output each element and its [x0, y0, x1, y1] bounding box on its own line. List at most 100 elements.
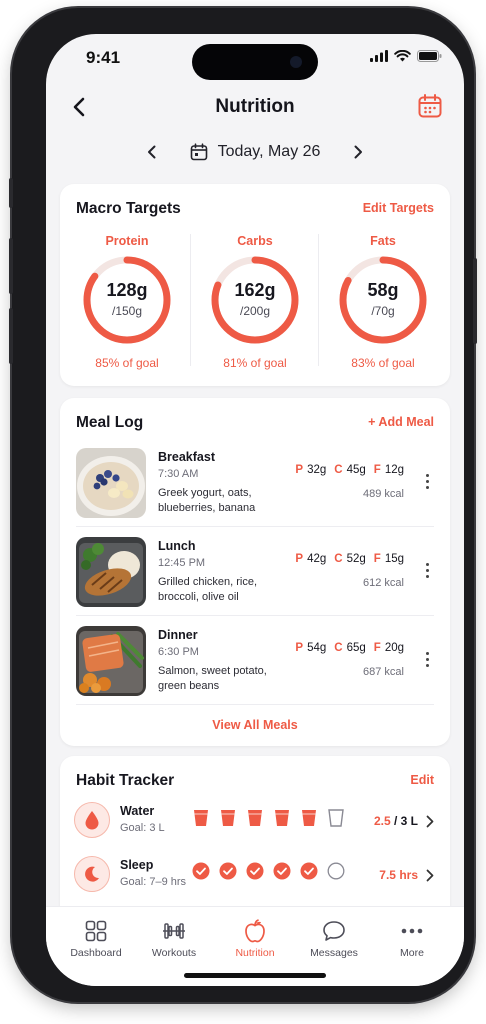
habit-row-water[interactable]: Water Goal: 3 L 2.5 / 3 L [74, 800, 436, 844]
calendar-icon [190, 143, 207, 161]
tab-label: Nutrition [235, 947, 275, 959]
macro-protein: Protein 128g /150g 85% of goal [63, 234, 191, 374]
check-circle-icon[interactable] [273, 862, 291, 880]
macro-name: Fats [370, 234, 396, 248]
check-circle-icon[interactable] [219, 862, 237, 880]
date-navigator: Today, May 26 [46, 134, 464, 170]
habit-tracker-card: Habit Tracker Edit Water Goal: 3 L 2.5 /… [60, 756, 450, 926]
macro-percent: 83% of goal [351, 356, 415, 370]
habit-row-sleep[interactable]: Sleep Goal: 7–9 hrs 7.5 hrs [74, 854, 436, 898]
tab-label: Dashboard [70, 947, 122, 959]
meal-row-breakfast[interactable]: Breakfast 7:30 AM Greek yogurt, oats, bl… [76, 448, 434, 536]
next-day-button[interactable] [346, 140, 370, 164]
meal-name: Dinner [158, 628, 198, 642]
protein-value: 42g [307, 553, 327, 565]
meal-time: 6:30 PM [158, 646, 199, 658]
macro-value: 162g [234, 280, 276, 300]
calendar-button[interactable] [414, 90, 446, 122]
meal-calories: 489 kcal [363, 488, 404, 500]
water-cup-filled-icon[interactable] [273, 808, 291, 828]
macro-fats: Fats 58g /70g 83% of goal [319, 234, 447, 374]
water-cup-empty-icon[interactable] [327, 808, 345, 828]
meal-options-button[interactable] [420, 557, 434, 583]
macro-value: 128g [106, 280, 148, 300]
power-button [473, 258, 477, 344]
more-dots-icon [401, 928, 423, 934]
section-title: Habit Tracker [76, 772, 175, 789]
meal-macros: P 42g C 52g F 15g [295, 553, 404, 565]
edit-targets-button[interactable]: Edit Targets [363, 201, 434, 215]
meal-description: Salmon, sweet potato, green beans [158, 665, 267, 692]
meal-options-button[interactable] [420, 468, 434, 494]
tab-dashboard[interactable]: Dashboard [60, 917, 132, 959]
water-cup-filled-icon[interactable] [246, 808, 264, 828]
progress-ring: 162g /200g [209, 254, 301, 346]
macro-percent: 85% of goal [95, 356, 159, 370]
breakfast-photo [76, 448, 146, 518]
divider [76, 526, 434, 527]
meal-macros: P 54g C 65g F 20g [295, 642, 404, 654]
check-circle-icon[interactable] [246, 862, 264, 880]
meal-calories: 612 kcal [363, 577, 404, 589]
volume-down-button [9, 308, 13, 364]
tab-messages[interactable]: Messages [298, 917, 370, 959]
calendar-icon [418, 94, 442, 118]
chevron-right-icon [426, 869, 434, 881]
meal-row-dinner[interactable]: Dinner 6:30 PM Salmon, sweet potato, gre… [76, 626, 434, 714]
date-label: Today, May 26 [217, 143, 321, 160]
tab-workouts[interactable]: Workouts [138, 917, 210, 959]
view-all-meals-link[interactable]: View All Meals [60, 718, 450, 732]
water-cups [192, 808, 345, 828]
habit-details-button[interactable] [424, 866, 436, 884]
home-indicator [184, 973, 326, 978]
tab-label: Workouts [151, 947, 197, 959]
habit-details-button[interactable] [424, 812, 436, 830]
meal-options-button[interactable] [420, 646, 434, 672]
edit-habits-button[interactable]: Edit [410, 773, 434, 787]
tab-more[interactable]: More [376, 917, 448, 959]
lunch-photo [76, 537, 146, 607]
volume-up-button [9, 238, 13, 294]
check-circle-icon[interactable] [192, 862, 210, 880]
check-circle-icon[interactable] [300, 862, 318, 880]
empty-circle-icon[interactable] [327, 862, 345, 880]
macro-targets-card: Macro Targets Edit Targets Protein 128g … [60, 184, 450, 386]
progress-ring: 58g /70g [337, 254, 429, 346]
status-bar: 9:41 [46, 34, 464, 80]
add-meal-button[interactable]: + Add Meal [368, 415, 434, 429]
water-cup-filled-icon[interactable] [192, 808, 210, 828]
moon-icon [74, 856, 110, 892]
habit-name: Sleep [120, 858, 154, 872]
meal-name: Lunch [158, 539, 196, 553]
meal-log-card: Meal Log + Add Meal Breakfast 7:30 AM Gr… [60, 398, 450, 746]
dinner-photo [76, 626, 146, 696]
grid-icon [85, 920, 107, 942]
page-title: Nutrition [215, 96, 295, 117]
screen: 9:41 Nutrition Today, May 26 Macro Targe… [46, 34, 464, 986]
sleep-checks [192, 862, 345, 880]
phone-frame: 9:41 Nutrition Today, May 26 Macro Targe… [9, 8, 477, 1002]
macro-goal: /70g [371, 304, 395, 318]
dynamic-island [192, 44, 318, 80]
water-cup-filled-icon[interactable] [300, 808, 318, 828]
habit-goal: Goal: 7–9 hrs [120, 876, 187, 888]
meal-calories: 687 kcal [363, 666, 404, 678]
section-title: Macro Targets [76, 200, 181, 217]
meal-macros: P 32g C 45g F 12g [295, 464, 404, 476]
tab-nutrition[interactable]: Nutrition [219, 917, 291, 959]
macro-name: Protein [105, 234, 149, 248]
battery-icon [417, 50, 442, 62]
macro-carbs: Carbs 162g /200g 81% of goal [191, 234, 319, 374]
water-drop-icon [74, 802, 110, 838]
mute-switch [9, 178, 13, 208]
tab-label: Messages [310, 947, 358, 959]
meal-description: Grilled chicken, rice, broccoli, olive o… [158, 576, 258, 603]
previous-day-button[interactable] [140, 140, 164, 164]
meal-description: Greek yogurt, oats, blueberries, banana [158, 487, 256, 514]
habit-name: Water [120, 804, 155, 818]
date-picker[interactable]: Today, May 26 [190, 143, 321, 161]
meal-row-lunch[interactable]: Lunch 12:45 PM Grilled chicken, rice, br… [76, 537, 434, 625]
fat-value: 12g [384, 464, 404, 476]
water-cup-filled-icon[interactable] [219, 808, 237, 828]
divider [76, 615, 434, 616]
